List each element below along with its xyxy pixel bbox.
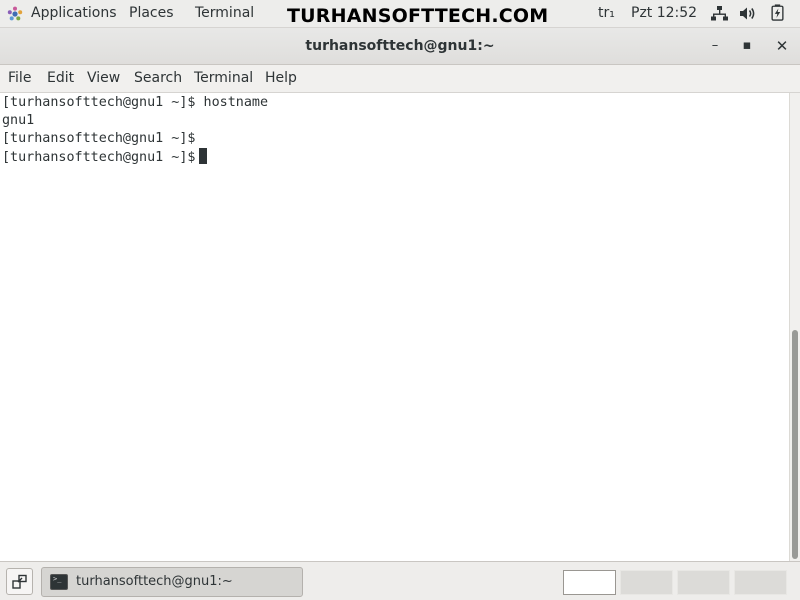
terminal-app-menu[interactable]: Terminal [195,0,254,27]
bottom-panel: >_ turhansofttech@gnu1:~ [0,561,800,600]
minimize-button[interactable]: – [706,37,724,55]
window-titlebar[interactable]: turhansofttech@gnu1:~ – ▪ ✕ [0,28,800,65]
taskbar-window-label: turhansofttech@gnu1:~ [76,574,233,589]
menu-search[interactable]: Search [134,65,182,92]
menu-file[interactable]: File [8,65,31,92]
keyboard-layout-indicator[interactable]: tr₁ [598,0,615,27]
terminal-output[interactable]: [turhansofttech@gnu1 ~]$ hostname gnu1 [… [0,93,789,561]
taskbar-window-button[interactable]: >_ turhansofttech@gnu1:~ [41,567,303,597]
clock[interactable]: Pzt 12:52 [631,0,697,27]
terminal-cursor [199,148,208,164]
volume-icon[interactable] [739,5,756,22]
places-menu[interactable]: Places [129,0,174,27]
gnome-foot-icon[interactable] [7,6,23,22]
terminal-scrollbar[interactable] [789,93,800,561]
terminal-prompt-line: [turhansofttech@gnu1 ~]$ [2,148,789,166]
network-icon[interactable] [711,5,728,22]
battery-icon[interactable] [769,4,786,21]
close-button[interactable]: ✕ [773,37,791,55]
workspace-4-button[interactable] [734,570,787,595]
menu-edit[interactable]: Edit [47,65,74,92]
top-bar: Applications Places Terminal TURHANSOFTT… [0,0,800,28]
terminal-prompt: [turhansofttech@gnu1 ~]$ [2,150,196,165]
show-desktop-button[interactable] [6,568,33,595]
scrollbar-thumb[interactable] [792,330,798,559]
terminal-icon: >_ [50,574,68,590]
workspace-3-button[interactable] [677,570,730,595]
workspace-1-button[interactable] [563,570,616,595]
terminal-line: gnu1 [2,113,35,128]
terminal-line: [turhansofttech@gnu1 ~]$ [2,131,196,146]
maximize-button[interactable]: ▪ [738,37,756,55]
applications-menu[interactable]: Applications [31,0,117,27]
menu-help[interactable]: Help [265,65,297,92]
terminal-line: [turhansofttech@gnu1 ~]$ hostname [2,95,269,110]
menu-terminal[interactable]: Terminal [194,65,253,92]
menu-bar: File Edit View Search Terminal Help [0,65,800,93]
window-title: turhansofttech@gnu1:~ [305,38,495,54]
show-desktop-icon [12,574,27,589]
workspace-2-button[interactable] [620,570,673,595]
watermark-text: TURHANSOFTTECH.COM [287,5,549,27]
menu-view[interactable]: View [87,65,120,92]
